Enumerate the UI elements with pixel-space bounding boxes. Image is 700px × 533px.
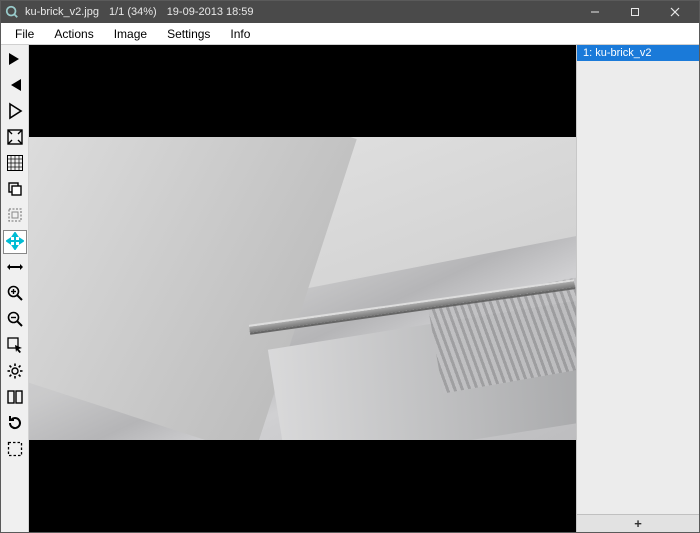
close-button[interactable]	[655, 1, 695, 23]
menu-actions[interactable]: Actions	[44, 25, 103, 43]
tool-stretch[interactable]	[3, 256, 27, 280]
play-icon	[6, 102, 24, 123]
zoom-in-icon	[6, 284, 24, 305]
menu-image[interactable]: Image	[104, 25, 157, 43]
move-icon	[6, 232, 24, 253]
title-position: 1/1 (34%)	[109, 6, 157, 18]
body-area: 1: ku-brick_v2 +	[1, 45, 699, 532]
tool-rotate[interactable]	[3, 412, 27, 436]
image-canvas[interactable]	[29, 45, 577, 532]
tool-compare[interactable]	[3, 386, 27, 410]
tool-move[interactable]	[3, 230, 27, 254]
arrow-left-icon	[6, 76, 24, 97]
tool-crop[interactable]	[3, 204, 27, 228]
tool-fit-screen[interactable]	[3, 126, 27, 150]
tool-zoom-out[interactable]	[3, 308, 27, 332]
crop-icon	[6, 206, 24, 227]
tool-prev-image[interactable]	[3, 74, 27, 98]
file-list-item[interactable]: 1: ku-brick_v2	[577, 45, 699, 61]
menu-info[interactable]: Info	[220, 25, 260, 43]
toolbar	[1, 45, 29, 532]
tool-pointer[interactable]	[3, 334, 27, 358]
arrow-right-icon	[6, 50, 24, 71]
maximize-icon	[630, 7, 640, 17]
zoom-out-icon	[6, 310, 24, 331]
tool-settings-gear[interactable]	[3, 360, 27, 384]
app-icon	[5, 5, 19, 19]
displayed-image	[29, 137, 576, 440]
stretch-icon	[6, 258, 24, 279]
side-panel: 1: ku-brick_v2 +	[577, 45, 699, 532]
menu-file[interactable]: File	[5, 25, 44, 43]
tool-copy[interactable]	[3, 178, 27, 202]
tool-select[interactable]	[3, 438, 27, 462]
add-button[interactable]: +	[577, 514, 699, 532]
file-list[interactable]: 1: ku-brick_v2	[577, 45, 699, 514]
copy-icon	[6, 180, 24, 201]
maximize-button[interactable]	[615, 1, 655, 23]
gear-icon	[6, 362, 24, 383]
minimize-icon	[590, 7, 600, 17]
menu-settings[interactable]: Settings	[157, 25, 220, 43]
menubar: File Actions Image Settings Info	[1, 23, 699, 45]
fit-icon	[6, 128, 24, 149]
select-icon	[6, 440, 24, 461]
title-filename: ku-brick_v2.jpg	[25, 6, 99, 18]
title-datetime: 19-09-2013 18:59	[167, 6, 254, 18]
tool-zoom-in[interactable]	[3, 282, 27, 306]
window-controls	[575, 1, 695, 23]
app-window: ku-brick_v2.jpg 1/1 (34%) 19-09-2013 18:…	[0, 0, 700, 533]
minimize-button[interactable]	[575, 1, 615, 23]
rotate-icon	[6, 414, 24, 435]
grid-icon	[6, 154, 24, 175]
tool-grid-view[interactable]	[3, 152, 27, 176]
close-icon	[670, 7, 680, 17]
tool-play-slideshow[interactable]	[3, 100, 27, 124]
titlebar: ku-brick_v2.jpg 1/1 (34%) 19-09-2013 18:…	[1, 1, 699, 23]
compare-icon	[6, 388, 24, 409]
pointer-icon	[6, 336, 24, 357]
tool-next-image[interactable]	[3, 48, 27, 72]
